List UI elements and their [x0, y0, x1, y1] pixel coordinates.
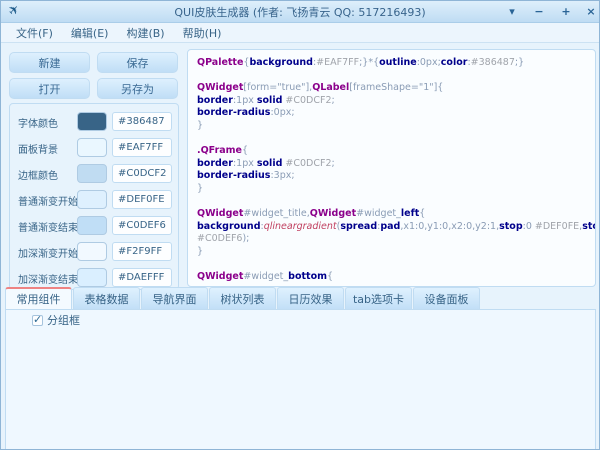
- dark-gradient-end-label: 加深渐变结束: [18, 271, 78, 286]
- color-row-dark-gradient-start: 加深渐变开始 #F2F9FF: [10, 242, 178, 261]
- panel-bg-input[interactable]: #EAF7FF: [112, 138, 172, 157]
- groupbox-checkbox[interactable]: ✓: [32, 315, 43, 326]
- dark-gradient-start-input[interactable]: #F2F9FF: [112, 242, 172, 261]
- window-menu-icon[interactable]: ▾: [501, 1, 523, 22]
- color-row-gradient-start: 普通渐变开始 #DEF0FE: [10, 190, 178, 209]
- menu-help[interactable]: 帮助(H): [174, 23, 231, 43]
- gradient-start-label: 普通渐变开始: [18, 193, 78, 208]
- groupbox-legend[interactable]: ✓ 分组框: [27, 312, 85, 328]
- open-button[interactable]: 打开: [9, 78, 90, 99]
- color-row-gradient-end: 普通渐变结束 #C0DEF6: [10, 216, 178, 235]
- menu-bar: 文件(F) 编辑(E) 构建(B) 帮助(H): [1, 23, 599, 43]
- maximize-icon[interactable]: +: [555, 1, 577, 22]
- new-button[interactable]: 新建: [9, 52, 90, 73]
- color-row-panel-bg: 面板背景 #EAF7FF: [10, 138, 178, 157]
- gradient-end-label: 普通渐变结束: [18, 219, 78, 234]
- gradient-start-swatch[interactable]: [77, 190, 107, 209]
- tab-bar: 常用组件 表格数据 导航界面 树状列表 日历效果 tab选项卡 设备面板: [5, 287, 481, 309]
- color-row-font: 字体颜色 #386487: [10, 112, 178, 131]
- dark-gradient-start-label: 加深渐变开始: [18, 245, 78, 260]
- menu-build[interactable]: 构建(B): [117, 23, 173, 43]
- menu-edit[interactable]: 编辑(E): [62, 23, 118, 43]
- gradient-end-swatch[interactable]: [77, 216, 107, 235]
- border-color-input[interactable]: #C0DCF2: [112, 164, 172, 183]
- gradient-end-input[interactable]: #C0DEF6: [112, 216, 172, 235]
- close-icon[interactable]: ×: [580, 1, 600, 22]
- minimize-icon[interactable]: −: [528, 1, 550, 22]
- tab-table-data[interactable]: 表格数据: [73, 287, 140, 309]
- save-button[interactable]: 保存: [97, 52, 178, 73]
- save-as-button[interactable]: 另存为: [97, 78, 178, 99]
- dark-gradient-start-swatch[interactable]: [77, 242, 107, 261]
- panel-bg-swatch[interactable]: [77, 138, 107, 157]
- check-icon: ✓: [33, 313, 42, 326]
- tab-nav-ui[interactable]: 导航界面: [141, 287, 208, 309]
- font-color-label: 字体颜色: [18, 115, 58, 130]
- font-color-swatch[interactable]: [77, 112, 107, 131]
- tab-pane: [5, 309, 596, 450]
- dark-gradient-end-swatch[interactable]: [77, 268, 107, 287]
- menu-file[interactable]: 文件(F): [7, 23, 62, 43]
- colors-group-frame: 字体颜色 #386487 面板背景 #EAF7FF 边框颜色 #C0DCF2 普…: [9, 103, 179, 290]
- tab-calendar[interactable]: 日历效果: [277, 287, 344, 309]
- code-editor[interactable]: QPalette{background:#EAF7FF;}*{outline:0…: [187, 49, 596, 287]
- border-color-label: 边框颜色: [18, 167, 58, 182]
- tab-common-widgets[interactable]: 常用组件: [5, 287, 72, 309]
- gradient-start-input[interactable]: #DEF0FE: [112, 190, 172, 209]
- app-window: ✈ QUI皮肤生成器 (作者: 飞扬青云 QQ: 517216493) ▾ − …: [0, 0, 600, 450]
- color-row-border: 边框颜色 #C0DCF2: [10, 164, 178, 183]
- tab-device-panel[interactable]: 设备面板: [413, 287, 480, 309]
- panel-bg-label: 面板背景: [18, 141, 58, 156]
- tab-tab-widget[interactable]: tab选项卡: [345, 287, 412, 309]
- border-color-swatch[interactable]: [77, 164, 107, 183]
- color-row-dark-gradient-end: 加深渐变结束 #DAEFFF: [10, 268, 178, 287]
- tab-tree-list[interactable]: 树状列表: [209, 287, 276, 309]
- groupbox-title: 分组框: [47, 312, 80, 328]
- title-bar: ✈ QUI皮肤生成器 (作者: 飞扬青云 QQ: 517216493) ▾ − …: [1, 1, 599, 23]
- font-color-input[interactable]: #386487: [112, 112, 172, 131]
- dark-gradient-end-input[interactable]: #DAEFFF: [112, 268, 172, 287]
